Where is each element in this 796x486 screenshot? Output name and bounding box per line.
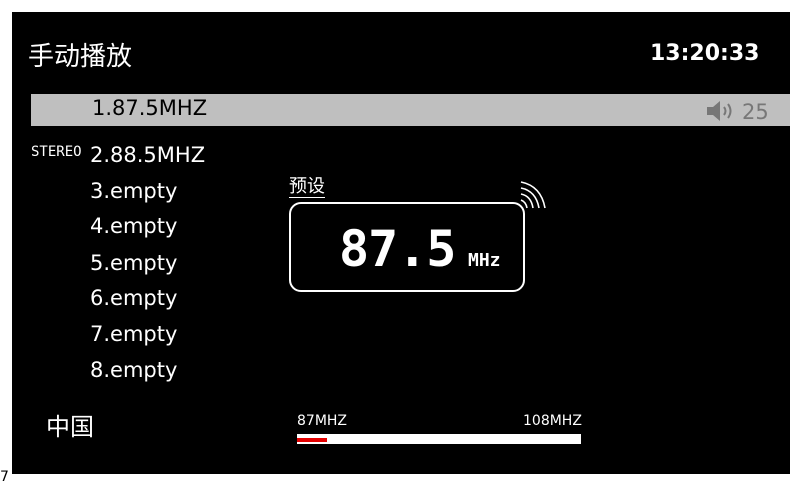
channel-item-6[interactable]: 6.empty xyxy=(90,286,177,310)
page-title: 手动播放 xyxy=(28,42,133,72)
clock: 13:20:33 xyxy=(650,41,760,66)
volume-level: 25 xyxy=(742,100,769,124)
channel-item-1[interactable]: 1.87.5MHZ xyxy=(92,96,207,120)
channel-item-4[interactable]: 4.empty xyxy=(90,214,177,238)
channel-item-5[interactable]: 5.empty xyxy=(90,251,177,275)
region-label[interactable]: 中国 xyxy=(46,407,94,442)
speaker-icon[interactable] xyxy=(705,99,735,123)
preset-label: 预设 xyxy=(289,176,325,198)
channel-item-2[interactable]: 2.88.5MHZ xyxy=(90,143,205,167)
channel-item-7[interactable]: 7.empty xyxy=(90,322,177,346)
frequency-value: 87.5 xyxy=(339,220,456,278)
band-max-label: 108MHZ xyxy=(523,413,582,429)
band-slider-fill xyxy=(297,438,327,442)
stereo-indicator: STEREO xyxy=(31,144,82,160)
channel-item-3[interactable]: 3.empty xyxy=(90,179,177,203)
signal-icon xyxy=(520,181,546,209)
corner-mark: 7 xyxy=(0,469,9,485)
band-slider[interactable] xyxy=(297,434,581,444)
band-min-label: 87MHZ xyxy=(297,413,348,429)
radio-screen: 手动播放 13:20:33 1.87.5MHZ STEREO 2.88.5MHZ… xyxy=(12,12,790,474)
channel-item-8[interactable]: 8.empty xyxy=(90,358,177,382)
frequency-unit: MHz xyxy=(468,250,501,271)
